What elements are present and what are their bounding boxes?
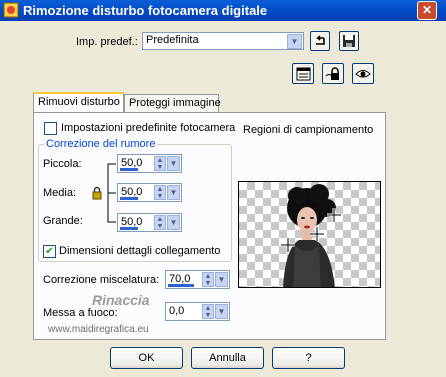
large-spinbox[interactable]: 50,0 ▲ ▼ ▼ [117,213,182,232]
chevron-down-icon[interactable]: ▼ [215,304,228,319]
chevron-down-icon[interactable]: ▼ [215,272,228,287]
blend-level-bar [168,284,194,287]
crosshair-icon[interactable] [327,208,341,222]
ok-label: OK [138,352,155,364]
lock-preview-icon [325,67,339,80]
chevron-down-icon[interactable]: ▼ [287,34,302,49]
watermark-url: www.maidiregrafica.eu [48,324,149,335]
link-details-checkbox[interactable]: ✔ [43,245,56,258]
preview-toggle-button[interactable] [352,63,374,84]
sharpen-spinbox[interactable]: 0,0 ▲ ▼ ▼ [165,302,230,321]
medium-level-bar [120,197,138,200]
preset-select[interactable]: Predefinita ▼ [142,32,304,50]
floppy-disk-icon [343,35,355,47]
tab-label: Proteggi immagine [129,97,221,109]
tab-label: Rimuovi disturbo [38,96,120,108]
cancel-button[interactable]: Annulla [191,347,264,369]
watermark-title: Rinaccia [92,292,150,308]
chevron-down-icon[interactable]: ▼ [167,156,180,171]
link-bracket-icon [107,163,116,223]
cancel-label: Annulla [209,352,246,364]
small-spinbox[interactable]: 50,0 ▲ ▼ ▼ [117,154,182,173]
sharpen-label: Messa a fuoco: [43,307,118,319]
large-stepper[interactable]: ▲ ▼ [154,215,166,230]
lock-preview-button[interactable] [322,63,344,84]
chevron-down-icon[interactable]: ▼ [167,185,180,200]
small-level-bar [120,168,138,171]
sampling-preview[interactable] [238,181,381,288]
close-button[interactable]: ✕ [417,1,437,20]
blend-spinbox[interactable]: 70,0 ▲ ▼ ▼ [165,270,230,289]
chevron-down-icon[interactable]: ▼ [167,215,180,230]
small-label: Piccola: [43,158,82,170]
blend-label: Correzione miscelatura: [43,274,160,286]
default-settings-checkbox[interactable] [44,122,57,135]
dialog-options-icon [296,67,310,81]
small-stepper[interactable]: ▲ ▼ [154,156,166,171]
eye-icon [355,70,371,78]
large-level-bar [120,227,138,230]
lock-icon[interactable] [91,186,103,200]
medium-spinbox[interactable]: 50,0 ▲ ▼ ▼ [117,183,182,202]
preset-label: Imp. predef.: [76,36,138,48]
tab-remove-noise[interactable]: Rimuovi disturbo [33,92,124,114]
reset-button[interactable] [310,31,330,51]
options-button[interactable] [292,63,314,84]
large-label: Grande: [43,215,83,227]
save-preset-button[interactable] [339,31,359,51]
preset-value: Predefinita [146,34,199,46]
medium-label: Media: [43,187,77,199]
crosshair-icon[interactable] [310,227,324,241]
sharpen-value: 0,0 [169,305,185,317]
tab-protect-image[interactable]: Proteggi immagine [124,94,221,114]
sharpen-stepper[interactable]: ▲ ▼ [202,304,214,319]
medium-stepper[interactable]: ▲ ▼ [154,185,166,200]
default-settings-label: Impostazioni predefinite fotocamera [61,122,236,134]
reset-arrow-icon [316,35,325,45]
blend-stepper[interactable]: ▲ ▼ [202,272,214,287]
app-icon [3,2,19,18]
link-details-label: Dimensioni dettagli collegamento [59,245,221,257]
window-title: Rimozione disturbo fotocamera digitale [23,3,268,18]
noise-correction-legend: Correzione del rumore [44,138,158,150]
crosshair-icon[interactable] [281,238,295,252]
title-bar[interactable]: Rimozione disturbo fotocamera digitale ✕ [0,0,446,21]
help-label: ? [305,352,312,364]
help-button[interactable]: ? [272,347,345,369]
close-icon: ✕ [421,3,433,17]
sampling-label: Regioni di campionamento [243,124,374,136]
ok-button[interactable]: OK [110,347,183,369]
